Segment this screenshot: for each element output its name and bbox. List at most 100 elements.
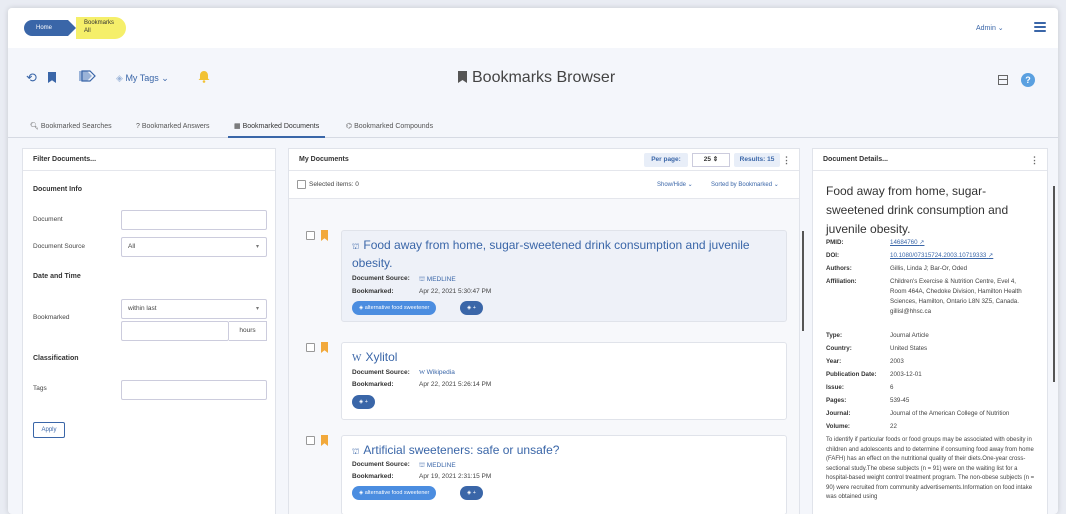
bookmark-ribbon-icon[interactable] <box>321 342 328 353</box>
publication-date-label: Publication Date: <box>826 371 877 378</box>
my-tags-label: My Tags ⌄ <box>125 73 169 83</box>
authors-value: Gillis, Linda J; Bar-Or, Oded <box>890 265 968 272</box>
tag-icon: ◈ <box>116 73 123 83</box>
pmid-link[interactable]: 14684760 ↗ <box>890 238 1034 248</box>
tags-icon[interactable] <box>78 70 96 85</box>
detail-document-title: Food away from home, sugar-sweetened dri… <box>826 184 1009 236</box>
tab-label: Bookmarked Searches <box>40 123 112 130</box>
compound-icon: ⌬ <box>346 123 353 130</box>
tag-pill[interactable]: ◈ alternative food sweetener <box>352 301 437 315</box>
more-options-icon[interactable]: ⋮ <box>1030 149 1039 171</box>
within-last-value: within last <box>128 305 157 312</box>
document-title-link[interactable]: ⛫ Artificial sweeteners: safe or unsafe? <box>352 442 772 460</box>
bell-icon[interactable] <box>198 70 210 86</box>
source-value-text: Wikipedia <box>426 369 455 376</box>
per-page-select[interactable]: 25 ⇕ <box>692 153 730 167</box>
select-all-checkbox[interactable] <box>297 180 306 189</box>
page-title: Bookmarks Browser <box>458 69 615 87</box>
page-title-text: Bookmarks Browser <box>472 69 616 86</box>
filter-panel: Filter Documents... Document Info Docume… <box>22 148 276 514</box>
history-icon[interactable]: ⟲ <box>26 70 37 86</box>
document-title-link[interactable]: ⛫ Food away from home, sugar-sweetened dr… <box>352 237 772 272</box>
tags-label: Tags <box>33 385 47 392</box>
breadcrumb-home[interactable]: Home <box>24 20 77 36</box>
source-value[interactable]: ⛫ MEDLINE <box>419 275 456 284</box>
medline-icon: ⛫ <box>419 276 427 283</box>
documents-scrollbar[interactable] <box>802 231 804 331</box>
source-value-text: MEDLINE <box>426 462 456 469</box>
user-menu[interactable]: Admin ⌄ <box>976 24 1004 32</box>
section-date-time: Date and Time <box>33 273 81 280</box>
document-input[interactable] <box>121 210 267 230</box>
affiliation-label: Affiliation: <box>826 278 857 285</box>
tags-input[interactable] <box>121 380 267 400</box>
show-hide-dropdown[interactable]: Show/Hide ⌄ <box>657 181 693 188</box>
documents-panel: My Documents Per page: 25 ⇕ Results: 15 … <box>288 148 804 514</box>
abstract-text: To identify if particular foods or food … <box>826 437 1035 500</box>
bookmarked-date-value: Apr 22, 2021 5:26:14 PM <box>419 381 492 388</box>
hours-input[interactable] <box>121 321 229 341</box>
authors-label: Authors: <box>826 265 852 272</box>
sort-dropdown[interactable]: Sorted by Bookmarked ⌄ <box>711 181 779 188</box>
item-checkbox[interactable] <box>306 343 315 352</box>
breadcrumb-current[interactable]: Bookmarks All <box>76 17 127 39</box>
tab-bookmarked-compounds[interactable]: ⌬ Bookmarked Compounds <box>340 118 439 138</box>
bookmarked-date-label: Bookmarked: <box>352 288 394 295</box>
hamburger-menu-icon[interactable] <box>1034 22 1046 32</box>
pages-value: 539-45 <box>890 397 910 404</box>
list-item[interactable]: ⛫ Artificial sweeteners: safe or unsafe? … <box>341 435 787 514</box>
document-source-select[interactable]: All ▾ <box>121 237 267 257</box>
filter-panel-title: Filter Documents... <box>23 149 275 171</box>
add-tag-text: + <box>364 399 368 405</box>
document-title-text: Xylitol <box>365 350 398 364</box>
tab-bookmarked-answers[interactable]: ? Bookmarked Answers <box>130 118 216 138</box>
source-value[interactable]: ⛫ MEDLINE <box>419 461 456 470</box>
bookmark-ribbon-icon[interactable] <box>321 435 328 446</box>
publication-date-value: 2003-12-01 <box>890 371 922 378</box>
caret-down-icon: ▾ <box>255 244 259 250</box>
details-scrollbar[interactable] <box>1053 186 1055 382</box>
document-icon: ▦ <box>234 123 241 130</box>
bookmarked-date-label: Bookmarked: <box>352 473 394 480</box>
tab-bookmarked-searches[interactable]: 🔍︎ Bookmarked Searches <box>24 118 118 138</box>
within-last-select[interactable]: within last ▾ <box>121 299 267 319</box>
tab-bookmarked-documents[interactable]: ▦ Bookmarked Documents <box>228 118 326 138</box>
toolbar: ⟲ ◈ My Tags ⌄ Bookmarks Browser ? <box>8 56 1058 108</box>
list-item[interactable]: W Xylitol Document Source: W Wikipedia Bo… <box>341 342 787 420</box>
answer-icon: ? <box>136 123 140 130</box>
affiliation-value: Children's Exercise & Nutrition Centre, … <box>890 278 1022 315</box>
source-value[interactable]: W Wikipedia <box>419 369 455 376</box>
caret-down-icon: ▾ <box>255 306 259 312</box>
bookmarked-date-value: Apr 22, 2021 5:30:47 PM <box>419 288 492 295</box>
more-options-icon[interactable]: ⋮ <box>782 149 791 171</box>
document-title-link[interactable]: W Xylitol <box>352 349 772 367</box>
add-tag-button[interactable]: ◈ + <box>352 395 375 409</box>
list-item[interactable]: ⛫ Food away from home, sugar-sweetened dr… <box>341 230 787 322</box>
document-title-text: Artificial sweeteners: safe or unsafe? <box>363 443 560 457</box>
add-tag-button[interactable]: ◈ + <box>460 301 483 315</box>
apply-button[interactable]: Apply <box>33 422 65 438</box>
hours-unit: hours <box>229 321 267 341</box>
journal-value: Journal of the American College of Nutri… <box>890 410 1010 417</box>
document-source-label: Document Source <box>33 243 86 250</box>
doi-link[interactable]: 10.1080/07315724.2003.10719333 ↗ <box>890 251 1034 261</box>
bookmark-ribbon-icon[interactable] <box>321 230 328 241</box>
item-checkbox[interactable] <box>306 231 315 240</box>
my-tags-dropdown[interactable]: ◈ My Tags ⌄ <box>116 73 169 84</box>
add-tag-button[interactable]: ◈ + <box>460 486 483 500</box>
year-value: 2003 <box>890 358 904 365</box>
external-link-icon: ↗ <box>919 239 925 246</box>
layout-icon[interactable] <box>998 75 1008 85</box>
medline-icon: ⛫ <box>419 462 427 469</box>
item-checkbox[interactable] <box>306 436 315 445</box>
help-icon[interactable]: ? <box>1021 73 1035 87</box>
bookmark-icon[interactable] <box>48 71 56 86</box>
wikipedia-icon: W <box>419 369 427 376</box>
tab-label: Bookmarked Compounds <box>354 123 434 130</box>
results-count: Results: 15 <box>734 153 780 167</box>
tag-pill[interactable]: ◈ alternative food sweetener <box>352 486 437 500</box>
year-label: Year: <box>826 358 842 365</box>
documents-panel-header: My Documents Per page: 25 ⇕ Results: 15 … <box>289 149 799 171</box>
app-window: Home Bookmarks All Admin ⌄ ⟲ ◈ My Tags ⌄… <box>8 8 1058 514</box>
source-value-text: MEDLINE <box>426 276 456 283</box>
